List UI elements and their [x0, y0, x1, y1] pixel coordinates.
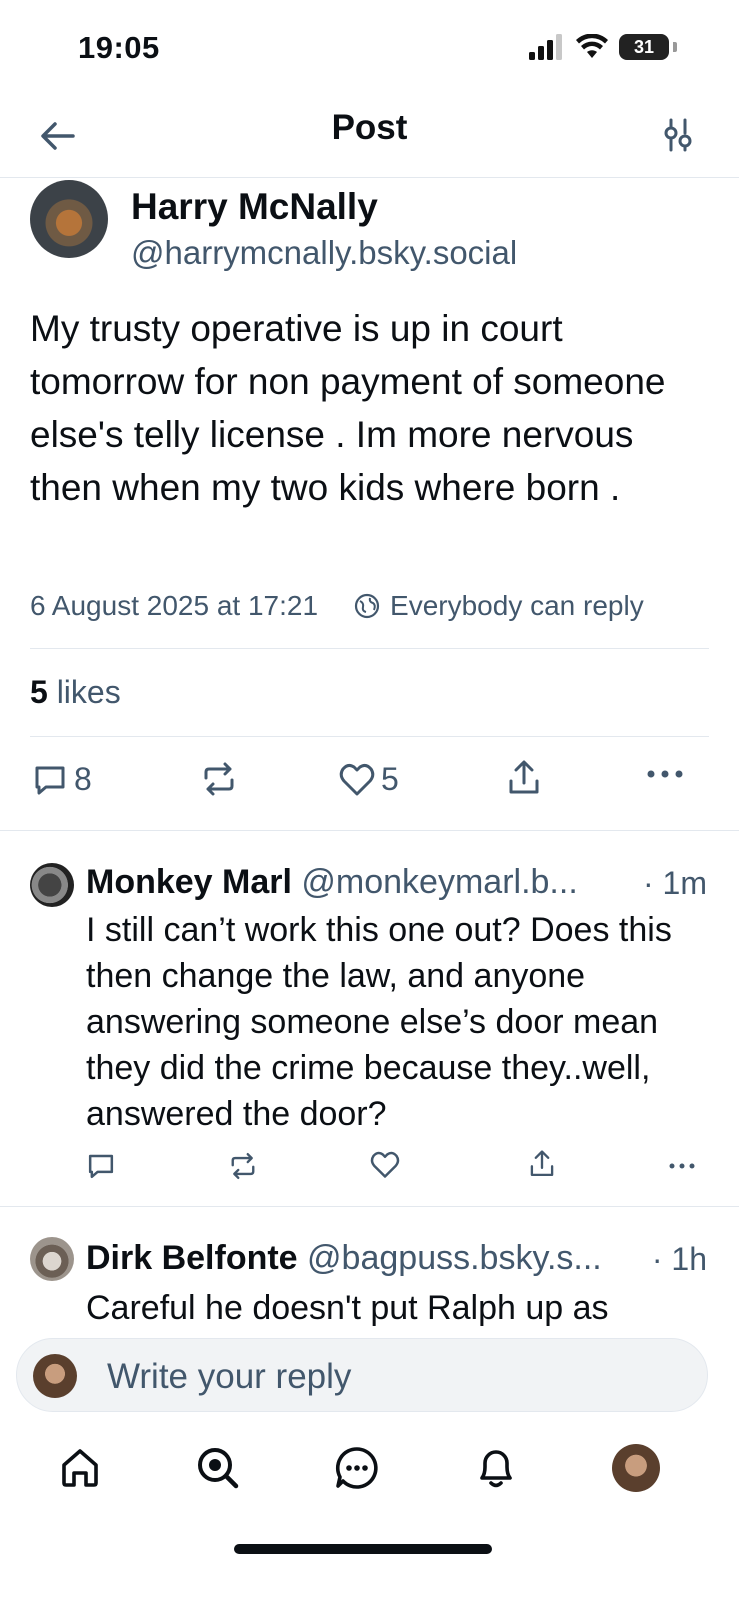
likes-label: likes [56, 674, 121, 710]
composer-avatar [33, 1354, 77, 1398]
likes-summary[interactable]: 5 likes [30, 674, 121, 711]
reply-composer[interactable]: Write your reply [16, 1338, 708, 1412]
reply-avatar[interactable] [30, 863, 74, 907]
status-icons: 31 [529, 34, 677, 60]
divider [30, 648, 709, 649]
bottom-tab-bar [0, 1420, 739, 1600]
reply-item[interactable]: Dirk Belfonte @bagpuss.bsky.s... · 1h Ca… [0, 1206, 739, 1346]
reply-author-name[interactable]: Dirk Belfonte [86, 1239, 298, 1277]
reply-count: 8 [74, 761, 92, 797]
reply-like-button[interactable] [370, 1151, 400, 1179]
reply-author-handle[interactable]: @bagpuss.bsky.s... [307, 1239, 602, 1277]
likes-count: 5 [30, 674, 48, 710]
chat-icon [335, 1447, 378, 1489]
more-button[interactable] [645, 767, 685, 781]
tab-chat[interactable] [331, 1442, 383, 1494]
battery-indicator: 31 [619, 34, 669, 60]
post-meta: 6 August 2025 at 17:21 Everybody can rep… [30, 590, 644, 622]
home-icon [62, 1449, 98, 1487]
like-count: 5 [381, 761, 399, 797]
reply-repost-button[interactable] [228, 1151, 258, 1181]
post-text: My trusty operative is up in court tomor… [30, 308, 666, 508]
reply-time: · 1m [643, 865, 707, 901]
home-indicator [234, 1544, 492, 1554]
reply-text: I still can’t work this one out? Does th… [86, 911, 672, 1133]
reply-avatar[interactable] [30, 1237, 74, 1281]
reply-share-button[interactable] [528, 1149, 556, 1179]
settings-sliders-icon [664, 118, 692, 152]
heart-icon [370, 1151, 400, 1178]
reply-header: Dirk Belfonte @bagpuss.bsky.s... [86, 1239, 602, 1278]
more-icon [669, 1163, 695, 1169]
wifi-icon [576, 34, 608, 58]
reply-item[interactable]: Monkey Marl @monkeymarl.b... · 1m I stil… [0, 830, 739, 1206]
reply-input-placeholder[interactable]: Write your reply [107, 1357, 351, 1397]
author-name[interactable]: Harry McNally [131, 186, 378, 228]
author-handle[interactable]: @harrymcnally.bsky.social [131, 234, 517, 272]
status-bar: 19:05 31 [0, 0, 739, 96]
comment-icon [88, 1154, 114, 1179]
reply-more-button[interactable] [666, 1161, 698, 1171]
reply-comment-button[interactable] [86, 1151, 116, 1181]
thread-settings-button[interactable] [655, 112, 701, 158]
battery-nub [673, 42, 677, 52]
reply-time: · 1h [651, 1241, 707, 1277]
status-time: 19:05 [78, 30, 160, 65]
comment-icon [35, 766, 65, 794]
reply-author-handle[interactable]: @monkeymarl.b... [301, 863, 577, 901]
globe-icon [354, 593, 380, 619]
tab-notifications[interactable] [470, 1442, 522, 1494]
reply-button[interactable]: 8 [32, 761, 92, 798]
like-button[interactable]: 5 [339, 761, 399, 798]
reply-setting[interactable]: Everybody can reply [390, 590, 644, 622]
repost-icon [204, 762, 234, 796]
tab-home[interactable] [54, 1442, 106, 1494]
header: Post [0, 96, 739, 178]
author-avatar[interactable] [30, 180, 108, 258]
tab-search[interactable] [192, 1442, 244, 1494]
share-icon [530, 1150, 554, 1177]
reply-actions [86, 1149, 706, 1189]
repost-icon [231, 1152, 255, 1180]
bell-icon [480, 1450, 512, 1488]
signal-icon [529, 34, 562, 60]
reply-text: Careful he doesn't put Ralph up as [86, 1289, 609, 1327]
search-icon [198, 1448, 239, 1489]
post-actions: 8 5 [0, 755, 739, 809]
share-icon [509, 760, 539, 794]
tab-profile-avatar[interactable] [612, 1444, 660, 1492]
share-button[interactable] [506, 759, 542, 797]
repost-button[interactable] [200, 761, 238, 797]
divider [30, 736, 709, 737]
reply-author-name[interactable]: Monkey Marl [86, 863, 292, 901]
battery-level: 31 [633, 36, 655, 57]
more-icon [647, 770, 683, 778]
post-timestamp: 6 August 2025 at 17:21 [30, 590, 319, 621]
heart-icon [339, 763, 375, 795]
page-title: Post [331, 108, 408, 147]
reply-header: Monkey Marl @monkeymarl.b... [86, 863, 578, 902]
